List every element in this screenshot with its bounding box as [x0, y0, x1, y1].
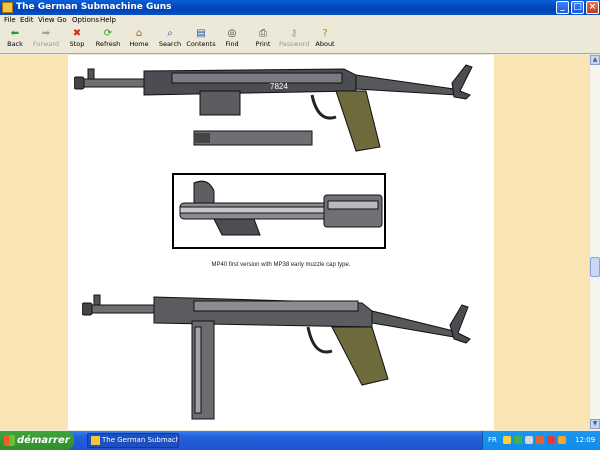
- vertical-scrollbar[interactable]: ▲ ▼: [589, 55, 600, 430]
- clock[interactable]: 12:09: [575, 431, 595, 450]
- key-icon: ⚷: [290, 28, 298, 39]
- image-caption: MP40 first version with MP38 early muzzl…: [211, 262, 351, 268]
- home-icon: ⌂: [135, 28, 143, 39]
- menu-view[interactable]: View: [38, 15, 55, 26]
- scroll-down-arrow-icon[interactable]: ▼: [590, 419, 600, 429]
- muzzle-detail-frame: [172, 173, 386, 249]
- muzzle-detail-illustration: [179, 180, 383, 236]
- binoculars-icon: ◎: [227, 28, 237, 39]
- forward-button[interactable]: ➡ Forward: [31, 28, 61, 53]
- password-button[interactable]: ⚷ Password: [279, 28, 309, 53]
- search-icon: ⌕: [167, 28, 173, 39]
- tray-icon-1[interactable]: [503, 436, 511, 444]
- menu-file[interactable]: File: [4, 15, 16, 26]
- home-button[interactable]: ⌂ Home: [124, 28, 154, 53]
- window-titlebar[interactable]: The German Submachine Guns _ □ ×: [0, 0, 600, 15]
- scroll-up-arrow-icon[interactable]: ▲: [590, 55, 600, 65]
- gun-illustration-bottom: [82, 294, 471, 420]
- find-button[interactable]: ◎ Find: [217, 28, 247, 53]
- printer-icon: ⎙: [259, 28, 267, 39]
- refresh-button[interactable]: ⟳ Refresh: [93, 28, 123, 53]
- refresh-icon: ⟳: [103, 28, 113, 39]
- print-button[interactable]: ⎙ Print: [248, 28, 278, 53]
- contents-icon: ▤: [196, 28, 206, 39]
- back-arrow-icon: ⬅: [10, 28, 20, 39]
- gun-serial-number: 7824: [270, 82, 288, 91]
- content-area: 7824 MP40 first version with MP38 early …: [0, 55, 600, 430]
- minimize-button[interactable]: _: [556, 1, 569, 14]
- scroll-thumb[interactable]: [590, 257, 600, 277]
- window-title: The German Submachine Guns: [16, 2, 172, 12]
- forward-arrow-icon: ➡: [41, 28, 51, 39]
- system-tray: FR 12:09: [482, 431, 600, 450]
- menu-go[interactable]: Go: [57, 15, 67, 26]
- language-indicator[interactable]: FR: [488, 431, 497, 450]
- menu-options[interactable]: Options: [72, 15, 99, 26]
- start-label: démarrer: [17, 435, 70, 446]
- maximize-button[interactable]: □: [571, 1, 584, 14]
- about-icon: ?: [322, 28, 328, 39]
- menu-edit[interactable]: Edit: [20, 15, 34, 26]
- search-button[interactable]: ⌕ Search: [155, 28, 185, 53]
- back-button[interactable]: ⬅ Back: [0, 28, 30, 53]
- tray-icon-6[interactable]: [558, 436, 566, 444]
- task-label: The German Submachi...: [102, 436, 178, 444]
- menu-help[interactable]: Help: [100, 15, 116, 26]
- about-button[interactable]: ? About: [310, 28, 340, 53]
- stop-icon: ✖: [72, 28, 82, 39]
- menu-bar: File Edit View Go Options Help: [0, 15, 600, 26]
- stop-button[interactable]: ✖ Stop: [62, 28, 92, 53]
- taskbar-item-help-window[interactable]: The German Submachi...: [87, 433, 179, 448]
- taskbar: démarrer The German Submachi... FR 12:09: [0, 431, 600, 450]
- tray-icon-4[interactable]: [536, 436, 544, 444]
- toolbar: ⬅ Back ➡ Forward ✖ Stop ⟳ Refresh ⌂ Home…: [0, 26, 600, 54]
- windows-flag-icon: [4, 435, 15, 446]
- tray-icon-2[interactable]: [514, 436, 522, 444]
- page-body: 7824 MP40 first version with MP38 early …: [68, 55, 494, 430]
- help-book-icon: [91, 436, 100, 445]
- start-button[interactable]: démarrer: [0, 431, 74, 450]
- gun-illustration-top: 7824: [74, 64, 473, 152]
- close-button[interactable]: ×: [586, 1, 599, 14]
- tray-icon-5[interactable]: [547, 436, 555, 444]
- tray-icon-3[interactable]: [525, 436, 533, 444]
- contents-button[interactable]: ▤ Contents: [186, 28, 216, 53]
- app-book-icon: [2, 2, 13, 13]
